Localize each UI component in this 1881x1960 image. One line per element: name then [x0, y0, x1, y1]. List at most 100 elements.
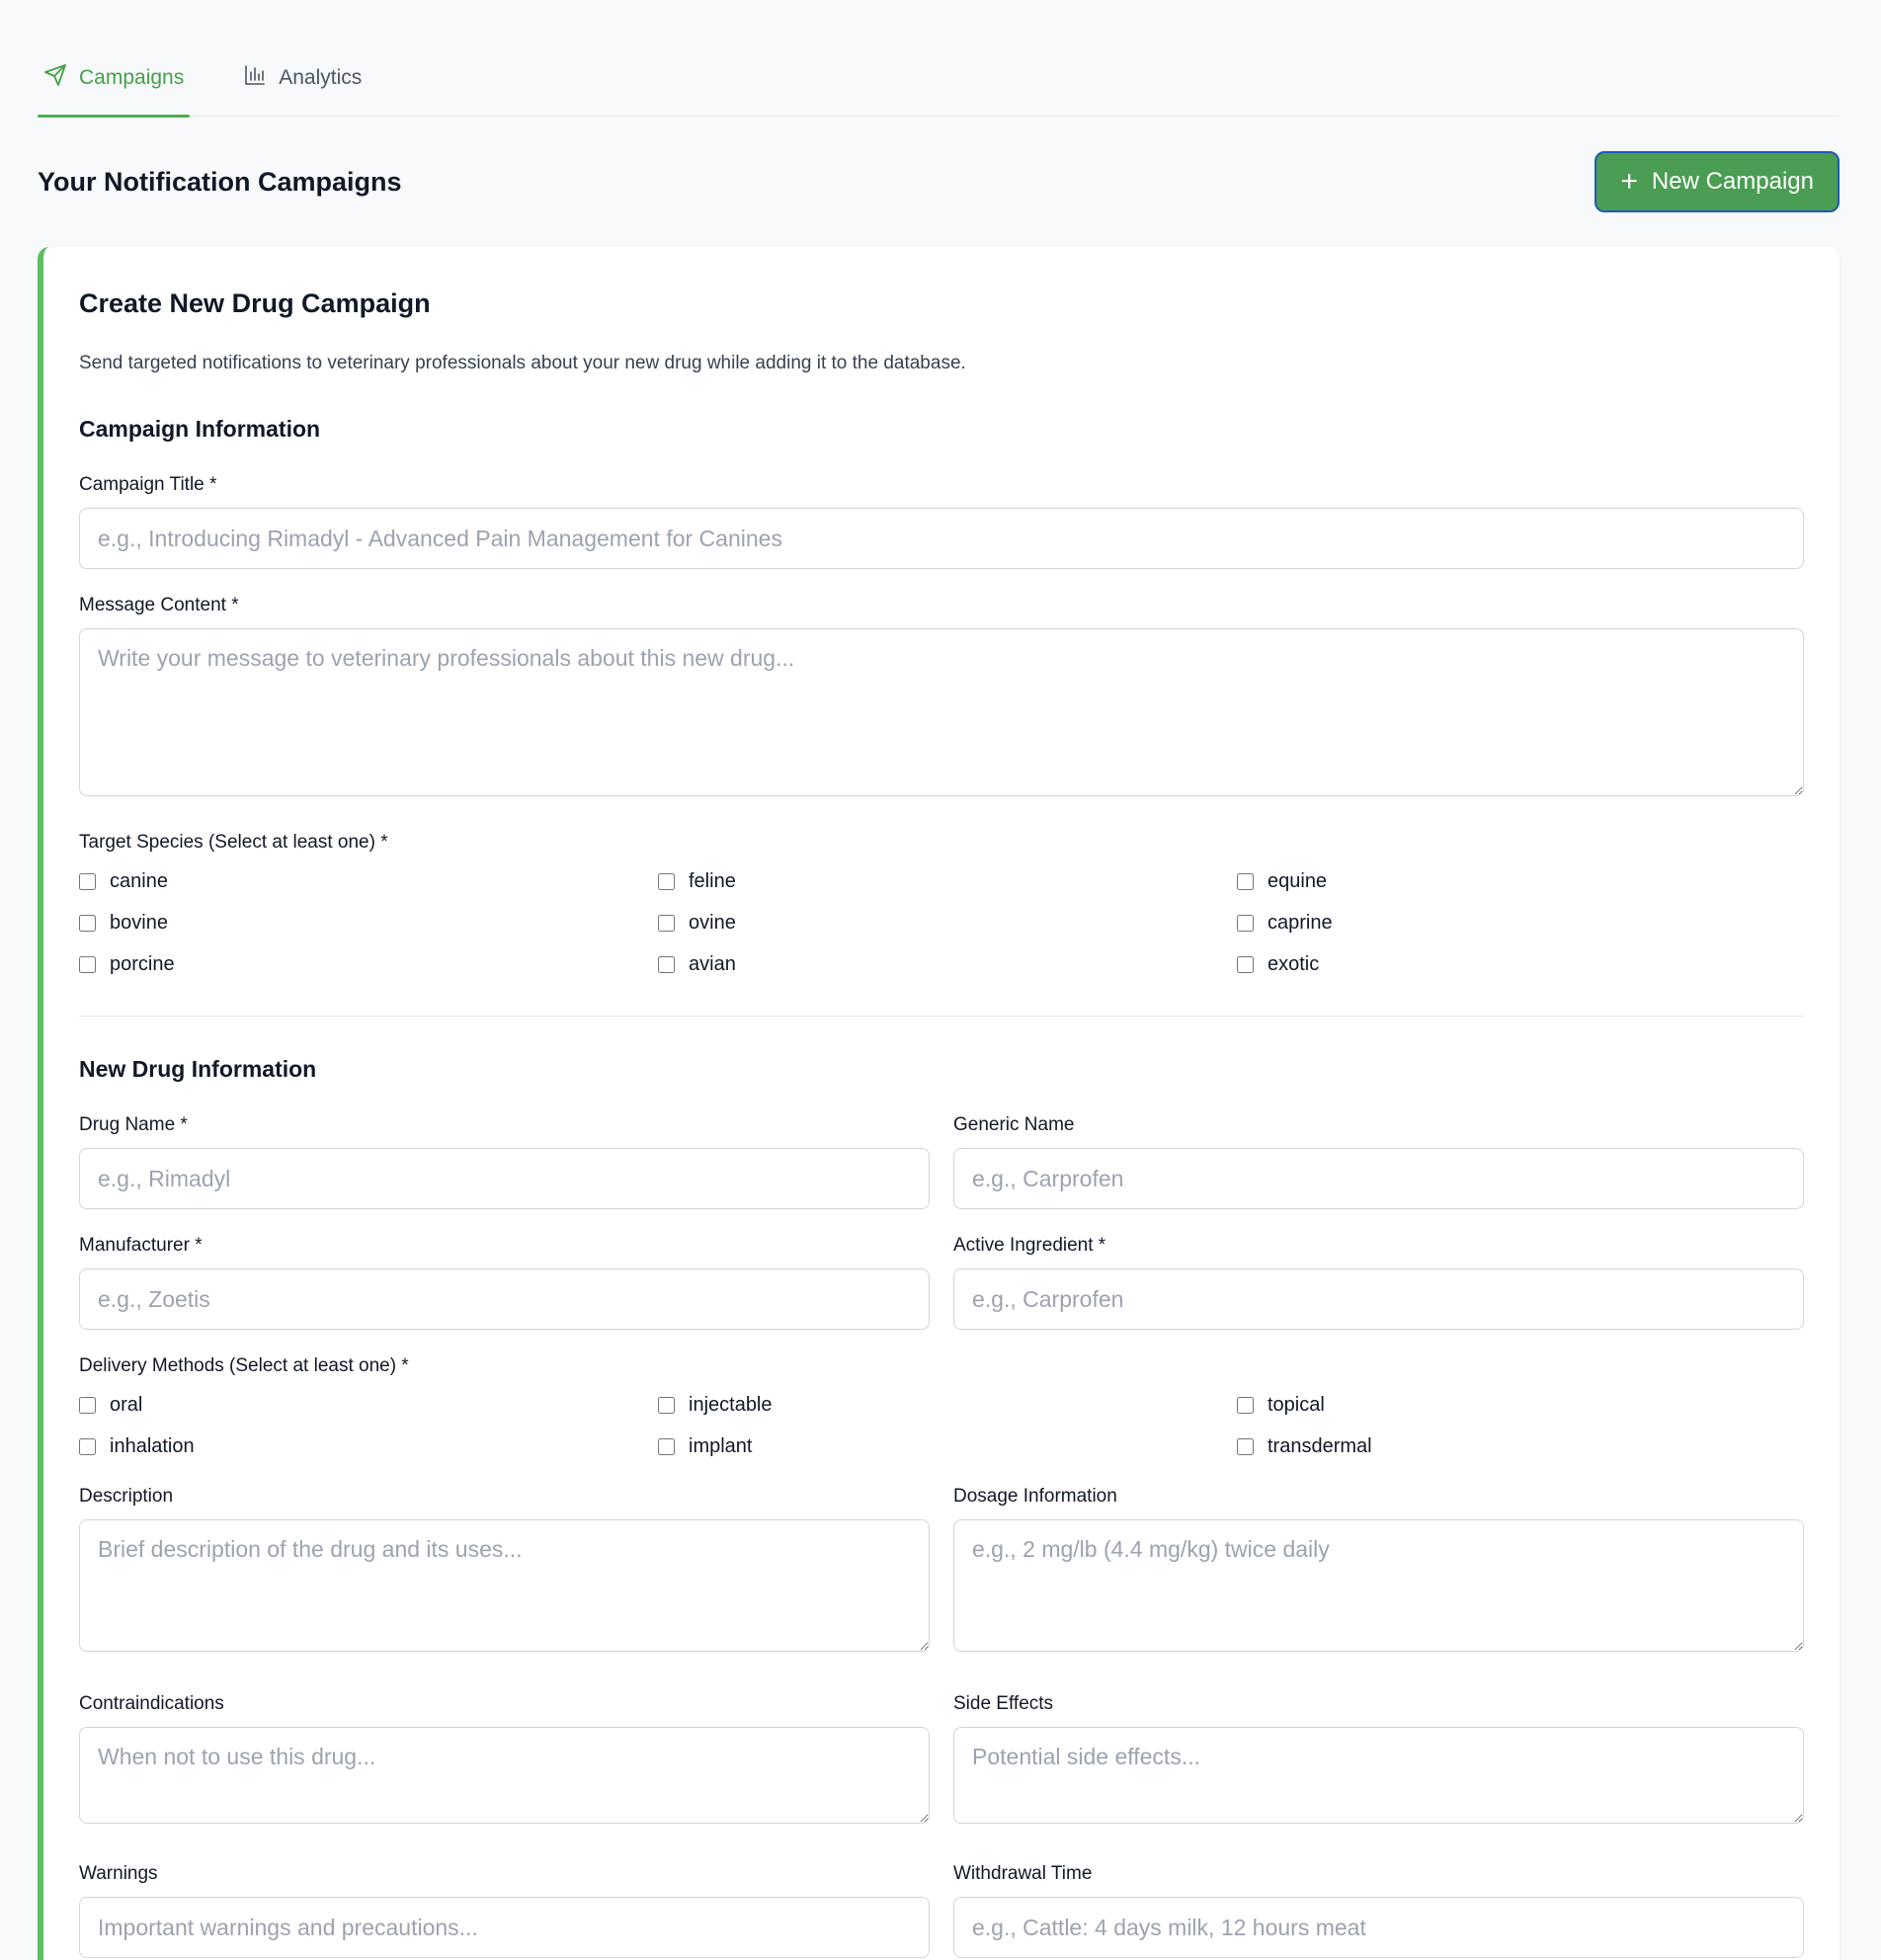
species-label: caprine	[1268, 911, 1333, 934]
species-option-exotic[interactable]: exotic	[1237, 950, 1804, 978]
delivery-checkbox[interactable]	[658, 1396, 675, 1414]
species-label: porcine	[110, 952, 175, 975]
delivery-option-transdermal[interactable]: transdermal	[1237, 1432, 1804, 1460]
species-option-avian[interactable]: avian	[658, 950, 1237, 978]
description-textarea[interactable]	[79, 1519, 930, 1652]
message-content-textarea[interactable]	[79, 628, 1804, 796]
species-label: avian	[689, 952, 736, 975]
contraindications-group: Contraindications	[79, 1693, 930, 1824]
species-checkbox[interactable]	[658, 872, 675, 890]
warnings-input[interactable]	[79, 1897, 930, 1958]
species-option-bovine[interactable]: bovine	[79, 909, 658, 937]
species-checkbox-grid: canine feline equine bovine ovine caprin…	[79, 867, 1804, 978]
delivery-group: Delivery Methods (Select at least one) *…	[79, 1355, 1804, 1460]
side-effects-label: Side Effects	[953, 1693, 1054, 1714]
drug-name-row: Drug Name * Generic Name	[79, 1114, 1804, 1209]
withdrawal-time-label: Withdrawal Time	[953, 1863, 1093, 1884]
generic-name-label: Generic Name	[953, 1114, 1075, 1135]
species-checkbox[interactable]	[1237, 914, 1254, 932]
withdrawal-time-input[interactable]	[953, 1897, 1804, 1958]
species-checkbox[interactable]	[658, 955, 675, 973]
species-checkbox[interactable]	[1237, 955, 1254, 973]
species-option-feline[interactable]: feline	[658, 867, 1237, 895]
delivery-label: implant	[689, 1434, 753, 1457]
contraindications-textarea[interactable]	[79, 1727, 930, 1824]
species-checkbox[interactable]	[79, 914, 96, 932]
delivery-checkbox[interactable]	[1237, 1437, 1254, 1455]
campaign-title-group: Campaign Title *	[79, 474, 1804, 569]
section-divider	[79, 1016, 1804, 1017]
send-icon	[43, 63, 67, 93]
delivery-checkbox[interactable]	[79, 1396, 96, 1414]
delivery-label: topical	[1268, 1393, 1325, 1416]
manufacturer-input[interactable]	[79, 1268, 930, 1330]
manufacturer-label: Manufacturer *	[79, 1235, 203, 1256]
species-option-equine[interactable]: equine	[1237, 867, 1804, 895]
species-label: feline	[689, 869, 736, 892]
delivery-label: injectable	[689, 1393, 773, 1416]
species-label: equine	[1268, 869, 1328, 892]
species-checkbox[interactable]	[1237, 872, 1254, 890]
drug-info-heading: New Drug Information	[79, 1056, 317, 1082]
page-header: Your Notification Campaigns + New Campai…	[38, 150, 1840, 213]
delivery-checkbox-grid: oral injectable topical inhalation impla…	[79, 1391, 1804, 1460]
species-option-canine[interactable]: canine	[79, 867, 658, 895]
delivery-label: inhalation	[110, 1434, 195, 1457]
drug-name-group: Drug Name *	[79, 1114, 930, 1209]
species-checkbox[interactable]	[658, 914, 675, 932]
side-effects-textarea[interactable]	[953, 1727, 1804, 1824]
contraindications-label: Contraindications	[79, 1693, 224, 1714]
warnings-label: Warnings	[79, 1863, 158, 1884]
plus-icon: +	[1620, 165, 1638, 198]
delivery-option-injectable[interactable]: injectable	[658, 1391, 1237, 1419]
tab-analytics[interactable]: Analytics	[237, 40, 368, 117]
species-checkbox[interactable]	[79, 955, 96, 973]
drug-name-input[interactable]	[79, 1148, 930, 1209]
species-label: exotic	[1268, 952, 1320, 975]
dosage-textarea[interactable]	[953, 1519, 1804, 1652]
active-ingredient-group: Active Ingredient *	[953, 1235, 1804, 1330]
campaign-title-input[interactable]	[79, 508, 1804, 569]
create-campaign-card: Create New Drug Campaign Send targeted n…	[38, 247, 1840, 1960]
generic-name-input[interactable]	[953, 1148, 1804, 1209]
species-label: bovine	[110, 911, 168, 934]
new-campaign-button[interactable]: + New Campaign	[1595, 151, 1840, 212]
tab-bar: Campaigns Analytics	[38, 40, 1840, 118]
dosage-label: Dosage Information	[953, 1486, 1117, 1507]
delivery-option-inhalation[interactable]: inhalation	[79, 1432, 658, 1460]
target-species-label: Target Species (Select at least one) *	[79, 832, 388, 853]
tab-campaigns[interactable]: Campaigns	[38, 40, 191, 118]
drug-name-label: Drug Name *	[79, 1114, 188, 1135]
delivery-label: oral	[110, 1393, 143, 1416]
delivery-option-implant[interactable]: implant	[658, 1432, 1237, 1460]
message-content-label: Message Content *	[79, 595, 239, 615]
generic-name-group: Generic Name	[953, 1114, 1804, 1209]
species-option-caprine[interactable]: caprine	[1237, 909, 1804, 937]
contraindications-row: Contraindications Side Effects	[79, 1693, 1804, 1824]
manufacturer-group: Manufacturer *	[79, 1235, 930, 1330]
species-option-ovine[interactable]: ovine	[658, 909, 1237, 937]
delivery-label: transdermal	[1268, 1434, 1372, 1457]
form-description: Send targeted notifications to veterinar…	[79, 353, 966, 373]
side-effects-group: Side Effects	[953, 1693, 1804, 1824]
species-label: ovine	[689, 911, 736, 934]
warnings-group: Warnings	[79, 1863, 930, 1958]
delivery-checkbox[interactable]	[658, 1437, 675, 1455]
delivery-checkbox[interactable]	[79, 1437, 96, 1455]
species-option-porcine[interactable]: porcine	[79, 950, 658, 978]
dosage-group: Dosage Information	[953, 1486, 1804, 1652]
delivery-option-oral[interactable]: oral	[79, 1391, 658, 1419]
delivery-option-topical[interactable]: topical	[1237, 1391, 1804, 1419]
active-ingredient-input[interactable]	[953, 1268, 1804, 1330]
campaign-info-heading: Campaign Information	[79, 416, 321, 442]
message-group: Message Content *	[79, 595, 1804, 796]
description-row: Description Dosage Information	[79, 1486, 1804, 1652]
species-checkbox[interactable]	[79, 872, 96, 890]
active-ingredient-label: Active Ingredient *	[953, 1235, 1106, 1256]
bar-chart-icon	[243, 63, 267, 93]
description-group: Description	[79, 1486, 930, 1652]
page-title: Your Notification Campaigns	[38, 166, 402, 197]
new-campaign-label: New Campaign	[1651, 168, 1814, 195]
delivery-checkbox[interactable]	[1237, 1396, 1254, 1414]
tab-analytics-label: Analytics	[279, 66, 363, 89]
